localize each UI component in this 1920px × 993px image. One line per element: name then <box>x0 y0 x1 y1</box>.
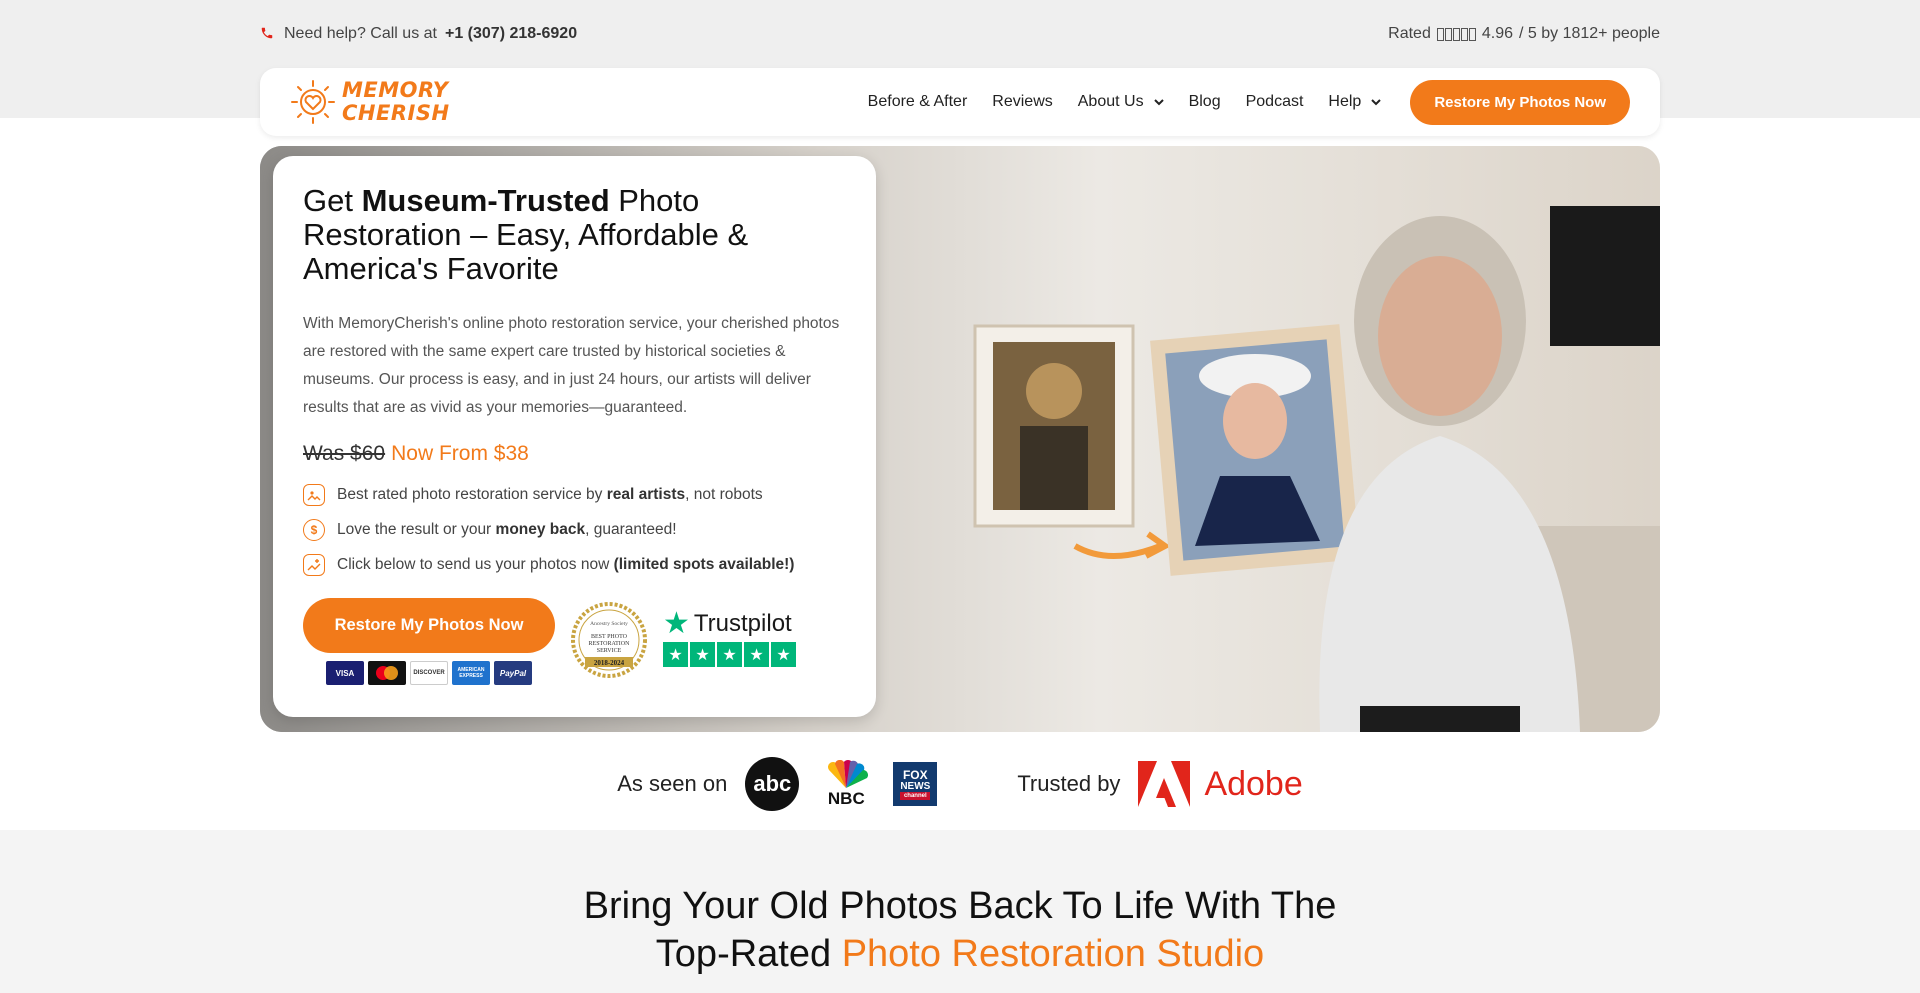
price-was: Was $60 <box>303 442 386 465</box>
cta-row: Restore My Photos Now VISA DISCOVER AMER… <box>303 598 846 685</box>
trustpilot-stars: ★ ★ ★ ★ ★ <box>663 642 796 667</box>
nav-label: Podcast <box>1245 93 1304 110</box>
nav-links: Before & After Reviews About Us Blog Pod… <box>868 79 1630 125</box>
fox-news-logo: FOX NEWS channel <box>893 762 938 806</box>
rating-summary: Rated 4.96 / 5 by 1812+ people <box>1388 25 1660 43</box>
channel-text: channel <box>900 791 931 800</box>
feature-item: $ Love the result or your money back, gu… <box>303 519 846 541</box>
heading-line-1: Bring Your Old Photos Back To Life With … <box>583 885 1337 927</box>
nav-podcast[interactable]: Podcast <box>1246 93 1304 111</box>
phone-icon <box>260 26 276 42</box>
nav-blog[interactable]: Blog <box>1189 93 1221 111</box>
nav-restore-button[interactable]: Restore My Photos Now <box>1410 79 1630 125</box>
as-seen-on-label: As seen on <box>617 771 728 796</box>
feature-text: Best rated photo restoration service by … <box>337 486 763 503</box>
mastercard-icon <box>368 661 406 685</box>
hero-title-bold: Museum-Trusted <box>361 183 610 218</box>
trustpilot-rating[interactable]: ★ Trustpilot ★ ★ ★ ★ ★ <box>663 607 796 667</box>
trustpilot-label: Trustpilot <box>693 610 792 637</box>
svg-text:BEST PHOTO: BEST PHOTO <box>591 634 628 640</box>
help-text: Need help? Call us at <box>284 25 437 42</box>
hero-description: With MemoryCherish's online photo restor… <box>303 315 840 416</box>
svg-text:2018-2024: 2018-2024 <box>594 659 625 667</box>
rating-scale: / 5 by 1812+ people <box>1518 25 1660 42</box>
price-line: Was $60 Now From $38 <box>303 442 846 466</box>
feature-item: Click below to send us your photos now (… <box>303 554 846 576</box>
star-icon: ★ <box>690 642 715 667</box>
star-icon: ★ <box>717 642 742 667</box>
svg-text:SERVICE: SERVICE <box>597 648 622 654</box>
fox-text: FOX <box>902 767 928 782</box>
heading-pre: Top-Rated <box>655 933 832 975</box>
heading-highlight: Photo Restoration Studio <box>841 933 1265 975</box>
logo-line-2: CHERISH <box>342 101 450 125</box>
hero-title-pre: Get <box>303 183 353 218</box>
hero-card: Get Museum-Trusted Photo Restoration – E… <box>273 156 876 717</box>
nav-help[interactable]: Help <box>1328 93 1382 111</box>
cta-column: Restore My Photos Now VISA DISCOVER AMER… <box>303 598 555 685</box>
star-icon: ★ <box>744 642 769 667</box>
feature-list: Best rated photo restoration service by … <box>303 484 846 576</box>
nav-about-us[interactable]: About Us <box>1078 93 1164 111</box>
nav-label: Before & After <box>867 93 968 110</box>
rated-label: Rated <box>1388 25 1431 42</box>
feature-text: Love the result or your money back, guar… <box>337 521 677 538</box>
discover-icon: DISCOVER <box>410 661 448 685</box>
svg-text:Ancestry Society: Ancestry Society <box>590 621 628 627</box>
visa-icon: VISA <box>326 661 364 685</box>
section-heading: Bring Your Old Photos Back To Life With … <box>0 882 1920 978</box>
rating-stars-icon <box>1436 27 1476 41</box>
trusted-by-label: Trusted by <box>1017 771 1121 796</box>
rating-value: 4.96 <box>1481 25 1513 42</box>
nbc-text: NBC <box>827 789 865 808</box>
amex-icon: AMERICAN EXPRESS <box>452 661 490 685</box>
feature-item: Best rated photo restoration service by … <box>303 484 846 506</box>
nbc-logo: NBC <box>821 760 871 808</box>
media-logos: abc NBC FOX NEWS channel <box>745 757 938 811</box>
help-line: Need help? Call us at +1 (307) 218-6920 <box>260 25 577 43</box>
dollar-icon: $ <box>303 519 325 541</box>
photo-upload-icon <box>303 554 325 576</box>
main-nav: MEMORY CHERISH Before & After Reviews Ab… <box>260 68 1660 136</box>
intro-section: Bring Your Old Photos Back To Life With … <box>0 830 1920 993</box>
nav-label: Help <box>1328 93 1362 110</box>
logo[interactable]: MEMORY CHERISH <box>290 79 450 125</box>
as-seen-on: As seen on abc NBC FOX NEWS channel Trus… <box>0 757 1920 811</box>
svg-text:RESTORATION: RESTORATION <box>589 641 631 647</box>
payment-cards: VISA DISCOVER AMERICAN EXPRESS PayPal <box>326 661 532 685</box>
logo-line-1: MEMORY <box>342 78 449 102</box>
abc-logo: abc <box>745 757 800 811</box>
star-icon: ★ <box>771 642 796 667</box>
logo-wordmark: MEMORY CHERISH <box>342 79 450 125</box>
price-now: Now From $38 <box>391 442 529 465</box>
star-icon: ★ <box>663 607 690 640</box>
chevron-down-icon <box>1153 97 1164 107</box>
adobe-text: Adobe <box>1204 764 1303 803</box>
paypal-icon: PayPal <box>494 661 532 685</box>
restore-photos-button[interactable]: Restore My Photos Now <box>303 598 555 653</box>
top-bar: Need help? Call us at +1 (307) 218-6920 … <box>260 22 1660 46</box>
nav-label: Reviews <box>992 93 1053 110</box>
trusted-by: Trusted by Adobe <box>1017 761 1303 807</box>
nav-label: About Us <box>1077 93 1144 110</box>
adobe-logo: Adobe <box>1138 761 1303 807</box>
chevron-down-icon <box>1371 97 1382 107</box>
image-icon <box>303 484 325 506</box>
adobe-icon <box>1138 761 1191 807</box>
heart-sun-icon <box>291 80 335 124</box>
feature-text: Click below to send us your photos now (… <box>337 556 795 573</box>
hero-title: Get Museum-Trusted Photo Restoration – E… <box>303 184 823 286</box>
news-text: NEWS <box>900 780 931 792</box>
trustpilot-logo: ★ Trustpilot <box>663 607 796 640</box>
nav-reviews[interactable]: Reviews <box>992 93 1052 111</box>
nav-label: Blog <box>1188 93 1221 110</box>
phone-link[interactable]: +1 (307) 218-6920 <box>445 25 577 43</box>
award-badge: Ancestry Society BEST PHOTO RESTORATION … <box>569 598 649 682</box>
nav-before-after[interactable]: Before & After <box>868 93 968 111</box>
star-icon: ★ <box>663 642 688 667</box>
